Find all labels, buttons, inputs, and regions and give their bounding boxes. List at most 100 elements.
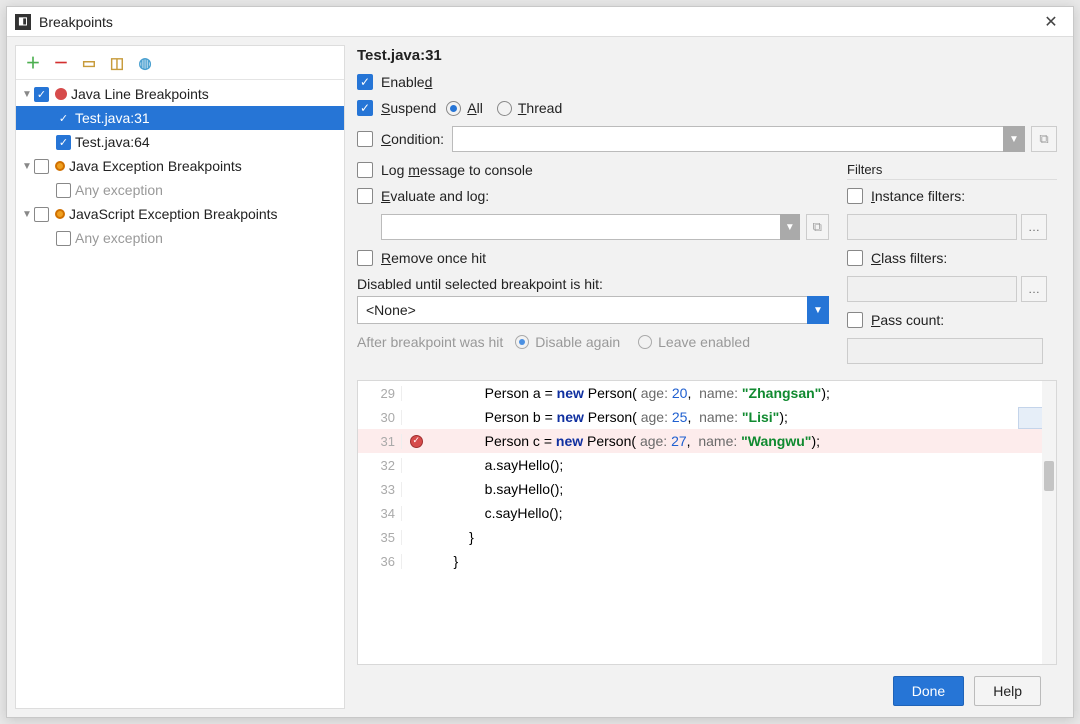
evaluate-log-label: Evaluate and log: (381, 188, 489, 204)
item-checkbox[interactable] (56, 111, 71, 126)
tree-item-any-exception-java[interactable]: Any exception (16, 178, 344, 202)
leave-enabled-label: Leave enabled (658, 334, 750, 350)
instance-filters-browse[interactable]: … (1021, 214, 1047, 240)
tree-toolbar: ＋ － ▭ ◫ ◍ (16, 46, 344, 80)
log-message-label: Log message to console (381, 162, 533, 178)
group-label: Java Exception Breakpoints (69, 158, 242, 174)
disabled-until-label: Disabled until selected breakpoint is hi… (357, 276, 829, 292)
item-label: Any exception (75, 230, 163, 246)
pass-count-label: Pass count: (871, 312, 944, 328)
group-by-class-icon[interactable]: ◫ (108, 54, 126, 72)
after-hit-label: After breakpoint was hit (357, 334, 503, 350)
evaluate-log-checkbox[interactable] (357, 188, 373, 204)
tree-item-any-exception-js[interactable]: Any exception (16, 226, 344, 250)
disable-again-label: Disable again (535, 334, 620, 350)
class-filters-checkbox[interactable] (847, 250, 863, 266)
instance-filters-checkbox[interactable] (847, 188, 863, 204)
condition-expand-icon[interactable]: ⧉ (1031, 126, 1057, 152)
titlebar: ◧ Breakpoints ✕ (7, 7, 1073, 37)
tree-item-test-31[interactable]: Test.java:31 (16, 106, 344, 130)
exception-breakpoint-icon (55, 209, 65, 219)
item-label: Test.java:64 (75, 134, 150, 150)
enabled-label: Enabled (381, 74, 432, 90)
pass-count-input[interactable] (847, 338, 1043, 364)
chevron-down-icon[interactable]: ▼ (20, 161, 34, 172)
suspend-thread-label: Thread (518, 100, 562, 116)
group-by-package-icon[interactable]: ▭ (80, 54, 98, 72)
detail-title: Test.java:31 (357, 47, 1057, 64)
group-label: Java Line Breakpoints (71, 86, 209, 102)
remove-breakpoint-button[interactable]: － (52, 54, 70, 72)
enabled-checkbox[interactable] (357, 74, 373, 90)
instance-filters-label: Instance filters: (871, 188, 965, 204)
breakpoints-dialog: ◧ Breakpoints ✕ ＋ － ▭ ◫ ◍ ▼ Java Line Br… (6, 6, 1074, 718)
breakpoint-icon (55, 88, 67, 100)
suspend-all-label: All (467, 100, 483, 116)
gutter-line: 31 (358, 434, 402, 449)
suspend-label: Suspend (381, 100, 436, 116)
item-label: Any exception (75, 182, 163, 198)
dialog-footer: Done Help (357, 665, 1057, 717)
class-filters-label: Class filters: (871, 250, 947, 266)
evaluate-expand-icon[interactable]: ⧉ (806, 214, 829, 240)
suspend-thread-radio[interactable] (497, 101, 512, 116)
breakpoint-tree-panel: ＋ － ▭ ◫ ◍ ▼ Java Line Breakpoints Test.j… (15, 45, 345, 709)
chevron-down-icon: ▼ (807, 296, 829, 324)
done-button[interactable]: Done (893, 676, 964, 706)
log-message-checkbox[interactable] (357, 162, 373, 178)
scroll-thumb[interactable] (1044, 461, 1054, 491)
gutter-line: 36 (358, 554, 402, 569)
group-by-file-icon[interactable]: ◍ (136, 54, 154, 72)
gutter-line: 30 (358, 410, 402, 425)
item-checkbox[interactable] (56, 231, 71, 246)
gutter-line: 32 (358, 458, 402, 473)
chevron-down-icon[interactable]: ▼ (20, 209, 34, 220)
class-filters-browse[interactable]: … (1021, 276, 1047, 302)
disable-again-radio (515, 335, 529, 349)
suspend-checkbox[interactable] (357, 100, 373, 116)
group-checkbox[interactable] (34, 87, 49, 102)
remove-once-label: Remove once hit (381, 250, 486, 266)
group-checkbox[interactable] (34, 159, 49, 174)
group-label: JavaScript Exception Breakpoints (69, 206, 278, 222)
suspend-all-radio[interactable] (446, 101, 461, 116)
evaluate-log-input[interactable] (381, 214, 781, 240)
breakpoint-tree[interactable]: ▼ Java Line Breakpoints Test.java:31 Tes… (16, 80, 344, 708)
breakpoints-icon: ◧ (15, 14, 31, 30)
scrollbar[interactable] (1042, 381, 1056, 664)
filters-heading: Filters (847, 162, 1057, 180)
code-preview[interactable]: 29 Person a = new Person( age: 20, name:… (357, 380, 1057, 665)
group-checkbox[interactable] (34, 207, 49, 222)
gutter-line: 29 (358, 386, 402, 401)
gutter-line: 33 (358, 482, 402, 497)
item-checkbox[interactable] (56, 183, 71, 198)
instance-filters-input[interactable] (847, 214, 1017, 240)
window-title: Breakpoints (39, 14, 1037, 30)
help-button[interactable]: Help (974, 676, 1041, 706)
condition-label: Condition: (381, 131, 444, 147)
class-filters-input[interactable] (847, 276, 1017, 302)
tree-group-java-line[interactable]: ▼ Java Line Breakpoints (16, 82, 344, 106)
add-breakpoint-button[interactable]: ＋ (24, 54, 42, 72)
tree-group-java-exception[interactable]: ▼ Java Exception Breakpoints (16, 154, 344, 178)
evaluate-history-dropdown[interactable]: ▼ (780, 214, 800, 240)
condition-history-dropdown[interactable]: ▼ (1003, 126, 1025, 152)
tree-item-test-64[interactable]: Test.java:64 (16, 130, 344, 154)
disabled-until-select[interactable]: <None> ▼ (357, 296, 829, 324)
detail-panel: Test.java:31 Enabled Suspend All Thread … (345, 37, 1073, 717)
remove-once-checkbox[interactable] (357, 250, 373, 266)
breakpoint-marker-icon[interactable] (410, 435, 423, 448)
item-checkbox[interactable] (56, 135, 71, 150)
chevron-down-icon[interactable]: ▼ (20, 89, 34, 100)
condition-input[interactable] (452, 126, 1004, 152)
disabled-until-value: <None> (366, 302, 416, 318)
gutter-line: 35 (358, 530, 402, 545)
leave-enabled-radio (638, 335, 652, 349)
exception-breakpoint-icon (55, 161, 65, 171)
tree-group-js-exception[interactable]: ▼ JavaScript Exception Breakpoints (16, 202, 344, 226)
gutter-line: 34 (358, 506, 402, 521)
condition-checkbox[interactable] (357, 131, 373, 147)
pass-count-checkbox[interactable] (847, 312, 863, 328)
close-icon[interactable]: ✕ (1037, 12, 1065, 32)
item-label: Test.java:31 (75, 110, 150, 126)
